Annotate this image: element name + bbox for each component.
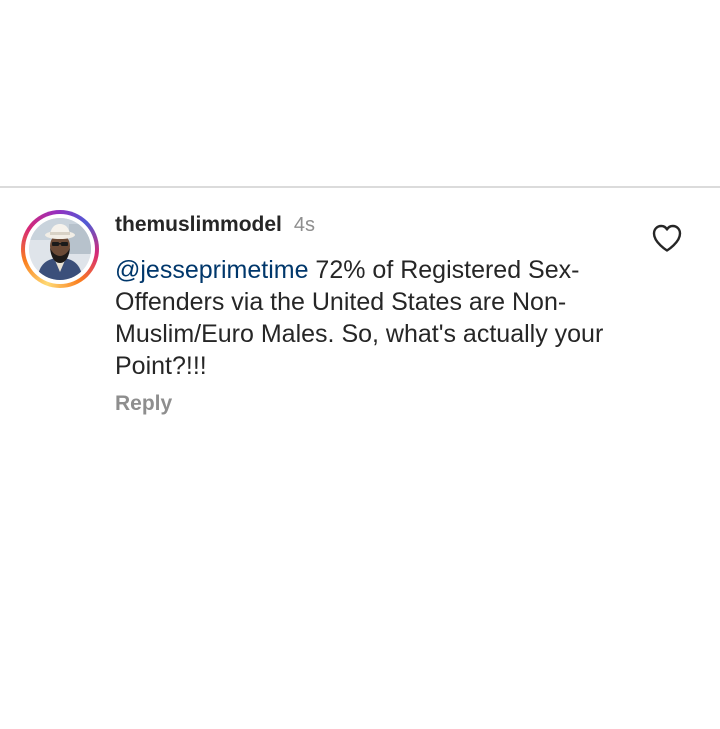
comment-item: themuslimmodel 4s @jesseprimetime 72% of…: [0, 188, 720, 448]
heart-outline-icon: [652, 224, 682, 252]
comment-header: themuslimmodel 4s: [115, 213, 315, 241]
like-button[interactable]: [651, 223, 683, 253]
avatar-gap: [25, 214, 95, 284]
comment-body: @jesseprimetime 72% of Registered Sex-Of…: [115, 254, 615, 382]
profile-photo-icon: [29, 218, 91, 280]
story-ring[interactable]: [21, 210, 99, 288]
username[interactable]: themuslimmodel: [115, 213, 282, 237]
mention-link[interactable]: @jesseprimetime: [115, 256, 308, 284]
reply-button[interactable]: Reply: [115, 392, 172, 416]
timestamp: 4s: [293, 214, 315, 236]
avatar[interactable]: [29, 218, 91, 280]
